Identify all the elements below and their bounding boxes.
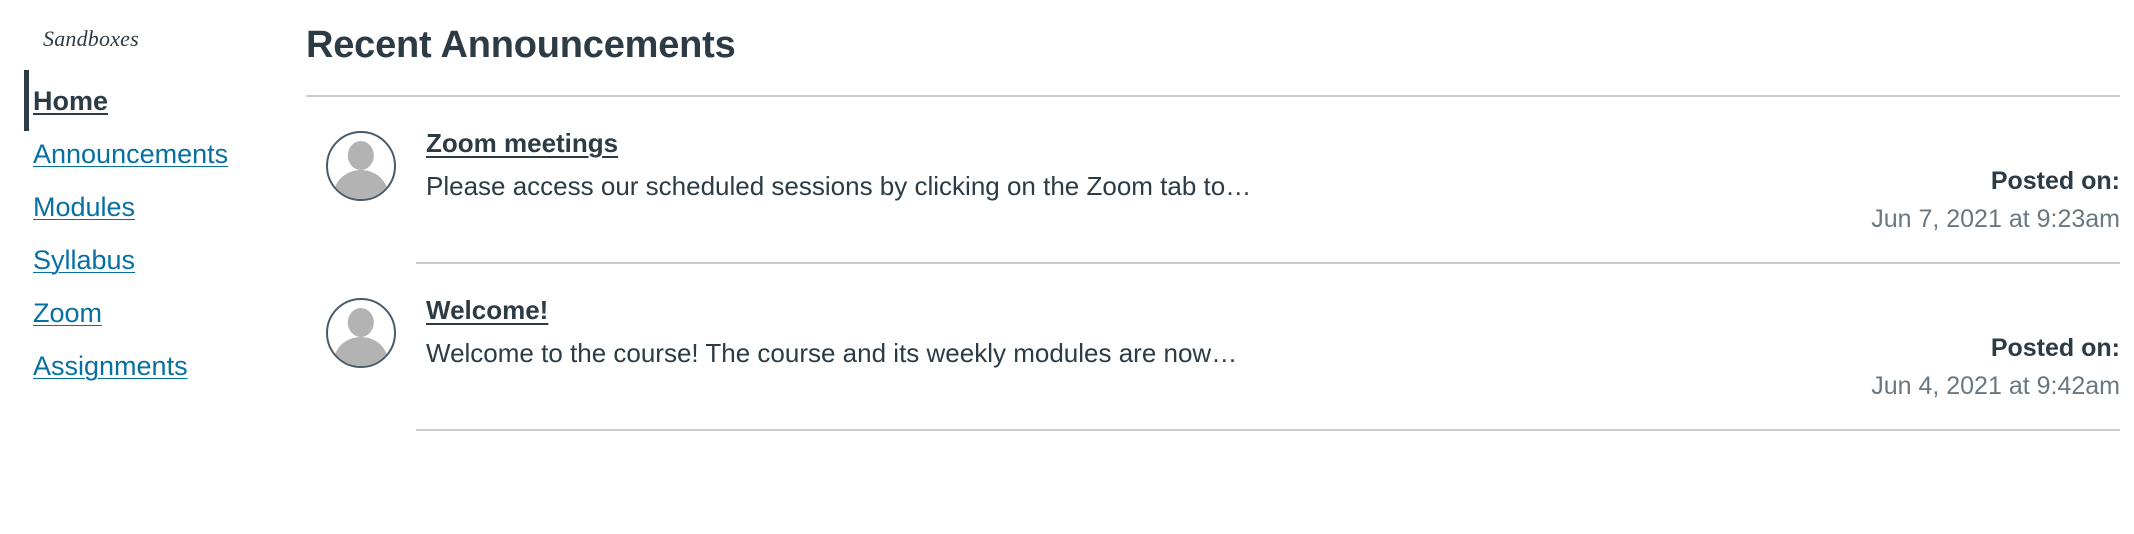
avatar-body-shape [333, 337, 389, 366]
announcement-body: Welcome! Welcome to the course! The cour… [416, 294, 1790, 371]
sidebar-item-home-label[interactable]: Home [33, 85, 108, 117]
course-home-page: Sandboxes Home Announcements Modules Syl… [0, 0, 2134, 534]
sidebar-item-assignments[interactable]: Assignments [0, 339, 306, 392]
avatar-head-shape [347, 141, 375, 171]
avatar-body-shape [333, 170, 389, 199]
course-name-label: Sandboxes [43, 26, 139, 51]
course-nav-list: Home Announcements Modules Syllabus Zoom… [0, 70, 306, 392]
sidebar-item-modules[interactable]: Modules [0, 180, 306, 233]
announcement-posted-cell: Posted on: Jun 7, 2021 at 9:23am [1790, 127, 2120, 237]
sidebar-item-syllabus[interactable]: Syllabus [0, 233, 306, 286]
posted-on-label: Posted on: [1990, 166, 2120, 195]
announcement-divider [416, 429, 2120, 431]
sidebar-item-modules-label[interactable]: Modules [33, 191, 135, 223]
main-content: Recent Announcements Zoom meetings Pleas… [306, 0, 2134, 534]
posted-on-date: Jun 7, 2021 at 9:23am [1871, 205, 2120, 233]
announcement-avatar-cell [306, 294, 416, 368]
sidebar-item-zoom[interactable]: Zoom [0, 286, 306, 339]
posted-on-label: Posted on: [1990, 333, 2120, 362]
posted-on-date: Jun 4, 2021 at 9:42am [1871, 372, 2120, 401]
announcement-avatar-cell [306, 127, 416, 201]
user-avatar-placeholder-icon [326, 130, 396, 201]
announcement-title-link[interactable]: Welcome! [426, 294, 548, 327]
sidebar-item-assignments-label[interactable]: Assignments [33, 350, 188, 382]
announcement-body: Zoom meetings Please access our schedule… [416, 127, 1790, 204]
sidebar-item-syllabus-label[interactable]: Syllabus [33, 244, 135, 276]
announcement-excerpt: Please access our scheduled sessions by … [426, 171, 1252, 201]
user-avatar-placeholder-icon [326, 297, 396, 368]
announcement-title-link[interactable]: Zoom meetings [426, 127, 618, 160]
sidebar-item-announcements-label[interactable]: Announcements [33, 138, 228, 170]
course-navigation-sidebar: Sandboxes Home Announcements Modules Syl… [0, 0, 306, 534]
active-indicator-bar [24, 70, 29, 132]
page-title: Recent Announcements [306, 24, 736, 66]
avatar-head-shape [347, 308, 375, 338]
sidebar-item-announcements[interactable]: Announcements [0, 127, 306, 180]
announcement-list-item[interactable]: Zoom meetings Please access our schedule… [306, 97, 2134, 237]
sidebar-item-zoom-label[interactable]: Zoom [33, 297, 102, 329]
announcement-posted-cell: Posted on: Jun 4, 2021 at 9:42am [1790, 294, 2120, 404]
announcement-excerpt: Welcome to the course! The course and it… [426, 338, 1238, 369]
announcement-list-item[interactable]: Welcome! Welcome to the course! The cour… [306, 264, 2134, 404]
sidebar-item-home[interactable]: Home [0, 70, 306, 132]
